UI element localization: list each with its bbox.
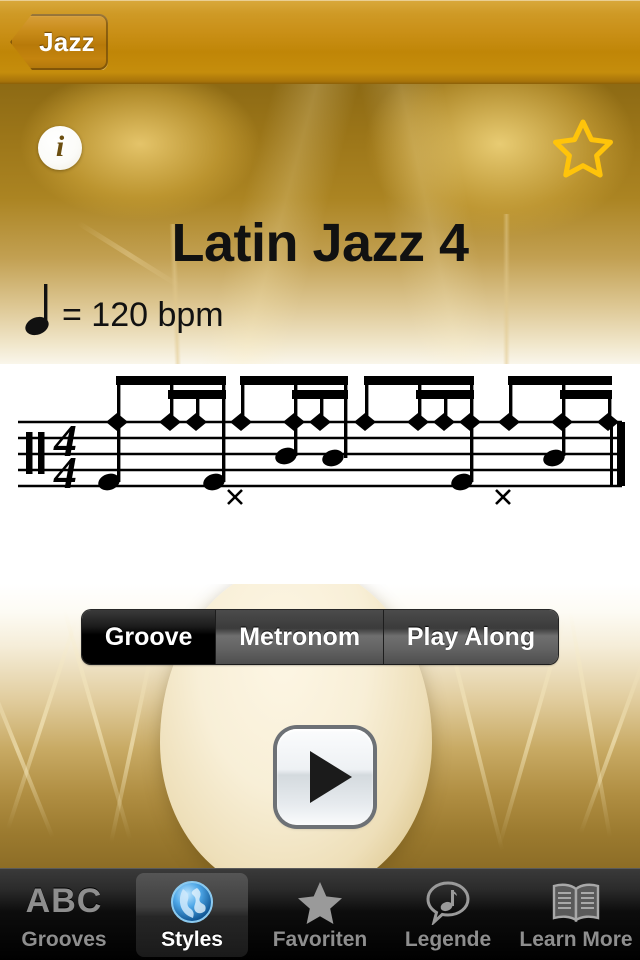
tab-grooves[interactable]: ABC Grooves [0,869,128,960]
tab-learn-more[interactable]: Learn More [512,869,640,960]
speech-bubble-note-icon [425,879,471,925]
drum-hardware [6,618,78,830]
drum-hardware [0,660,55,838]
info-glyph: i [55,130,65,163]
drum-hardware [578,649,640,834]
globe-icon [169,879,215,925]
segment-metronom[interactable]: Metronom [216,610,384,664]
tab-label-grooves: Grooves [21,927,107,951]
page-title: Latin Jazz 4 [171,213,469,273]
back-button-label: Jazz [39,26,95,57]
open-book-icon [551,879,601,925]
tempo-value-label: = 120 bpm [62,296,224,334]
star-outline-icon[interactable] [552,118,614,178]
tab-bar: ABC Grooves Styles Favoriten Legende Lea… [0,868,640,960]
svg-text:4: 4 [53,447,77,498]
final-double-barline [610,422,625,486]
time-signature: 4 4 [53,415,77,498]
drum-hardware [109,645,155,843]
play-button[interactable] [277,729,373,825]
play-icon [310,751,352,803]
segment-play-along[interactable]: Play Along [383,610,558,664]
tab-label-legende: Legende [404,927,492,951]
tab-legende[interactable]: Legende [384,869,512,960]
tempo-marking: = 120 bpm [24,282,224,338]
quarter-note-icon [25,284,49,336]
tab-label-favoriten: Favoriten [272,927,368,951]
note-beams [116,376,612,399]
app-screen: Jazz i Latin Jazz 4 = 120 bpm 4 4 Groove… [0,0,640,960]
star-icon [297,879,343,925]
abc-icon: ABC [25,882,103,920]
segment-groove[interactable]: Groove [82,610,217,664]
back-button-jazz[interactable]: Jazz [10,14,108,70]
hihat-foot-noteheads [227,489,511,505]
navigation-bar: Jazz [0,0,640,84]
tab-label-learn-more: Learn More [519,927,633,951]
tab-styles[interactable]: Styles [128,869,256,960]
playback-mode-segmented-control[interactable]: Groove Metronom Play Along [82,610,558,664]
info-icon[interactable]: i [38,126,82,170]
tab-favoriten[interactable]: Favoriten [256,869,384,960]
drum-notation-staff: 4 4 [0,360,640,510]
tab-label-styles: Styles [161,927,223,951]
